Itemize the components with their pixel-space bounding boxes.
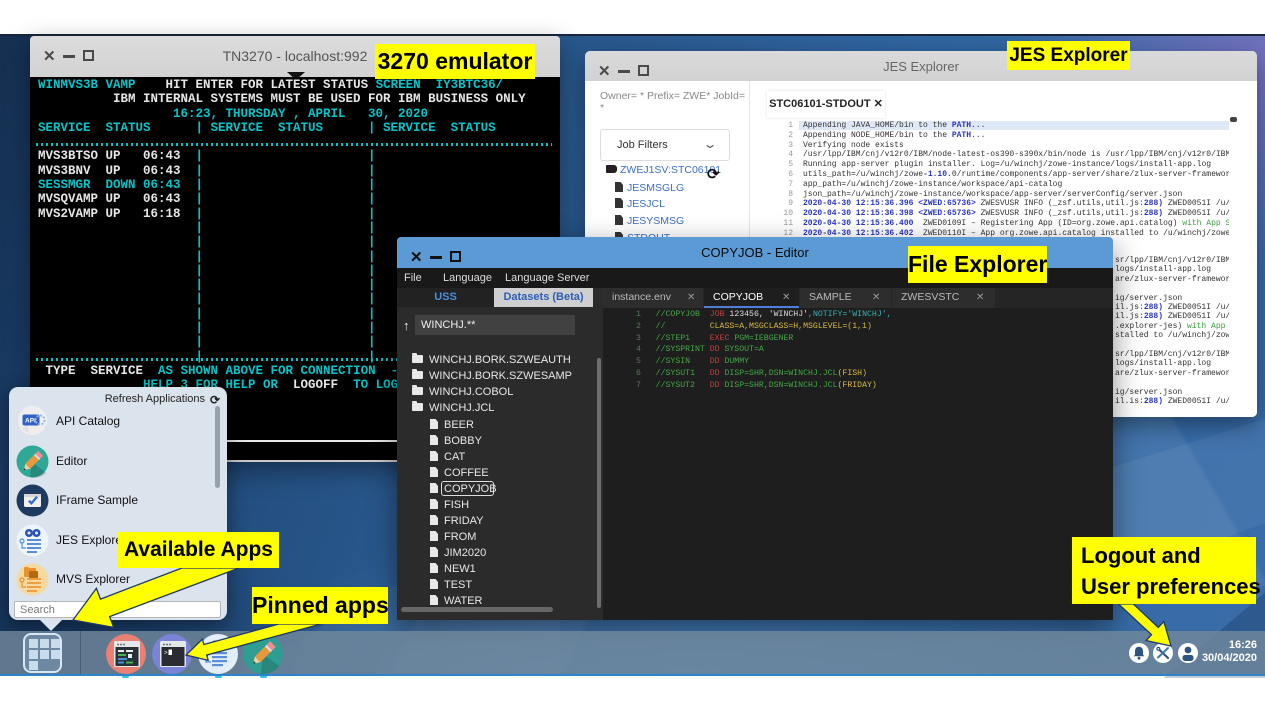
svg-text:>: >: [164, 649, 168, 656]
svg-text:API: API: [25, 418, 36, 425]
